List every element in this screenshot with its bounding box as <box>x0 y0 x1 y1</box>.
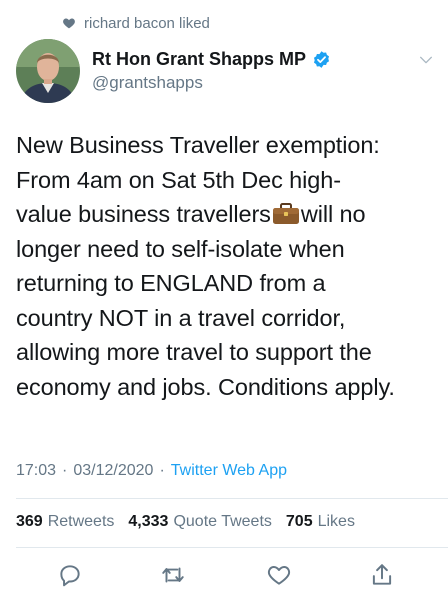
heart-icon <box>63 18 75 29</box>
like-icon[interactable] <box>266 562 292 588</box>
tweet-fragment: will no <box>300 201 366 227</box>
likes-label: Likes <box>317 513 355 530</box>
tweet-line: economy and jobs. Conditions apply. <box>16 373 395 400</box>
author-handle[interactable]: @grantshapps <box>92 73 331 93</box>
tweet-time[interactable]: 17:03 <box>16 462 56 480</box>
tweet-line: longer need to self-isolate when <box>16 235 345 262</box>
tweet-fragment: value business travellers <box>16 201 271 227</box>
briefcase-icon <box>272 203 299 224</box>
divider <box>16 547 448 548</box>
tweet-source-link[interactable]: Twitter Web App <box>171 462 287 480</box>
tweet-line: allowing more travel to support the <box>16 339 372 365</box>
divider <box>16 498 448 499</box>
tweet-line: country NOT in a travel corridor, <box>16 304 346 331</box>
retweets-label: Retweets <box>47 513 115 530</box>
reply-icon[interactable] <box>57 562 83 588</box>
quote-tweets-stat[interactable]: 4,333 Quote Tweets <box>128 513 271 531</box>
author-display-name[interactable]: Rt Hon Grant Shapps MP <box>92 49 306 70</box>
action-bar <box>0 560 448 592</box>
likes-stat[interactable]: 705 Likes <box>286 513 355 531</box>
quote-tweets-label: Quote Tweets <box>173 513 272 530</box>
quote-tweets-count: 4,333 <box>128 513 169 530</box>
tweet-line: returning to ENGLAND from a <box>16 270 326 296</box>
social-context[interactable]: richard bacon liked <box>62 12 210 34</box>
liked-by-text: richard bacon liked <box>84 14 210 32</box>
separator-dot: · <box>159 462 165 479</box>
share-icon[interactable] <box>369 562 395 588</box>
tweet-line: value business travellers will no <box>16 197 440 232</box>
chevron-down-icon[interactable] <box>418 52 434 68</box>
tweet-header: Rt Hon Grant Shapps MP @grantshapps <box>16 38 438 104</box>
author-info: Rt Hon Grant Shapps MP @grantshapps <box>92 49 331 93</box>
separator-dot: · <box>62 462 68 479</box>
tweet-date[interactable]: 03/12/2020 <box>73 462 153 480</box>
retweet-icon[interactable] <box>160 562 186 588</box>
retweets-count: 369 <box>16 513 43 530</box>
tweet-line: From 4am on Sat 5th Dec high- <box>16 166 341 193</box>
verified-badge-icon <box>313 51 330 68</box>
likes-count: 705 <box>285 513 313 530</box>
tweet-meta: 17:03 · 03/12/2020 · Twitter Web App <box>16 462 287 480</box>
avatar[interactable] <box>16 39 80 103</box>
engagement-stats: 369 Retweets 4,333 Quote Tweets 705 Like… <box>16 513 363 531</box>
tweet-text: New Business Traveller exemption: From 4… <box>16 128 440 404</box>
tweet-line: New Business Traveller exemption: <box>16 132 380 158</box>
retweets-stat[interactable]: 369 Retweets <box>16 513 114 531</box>
